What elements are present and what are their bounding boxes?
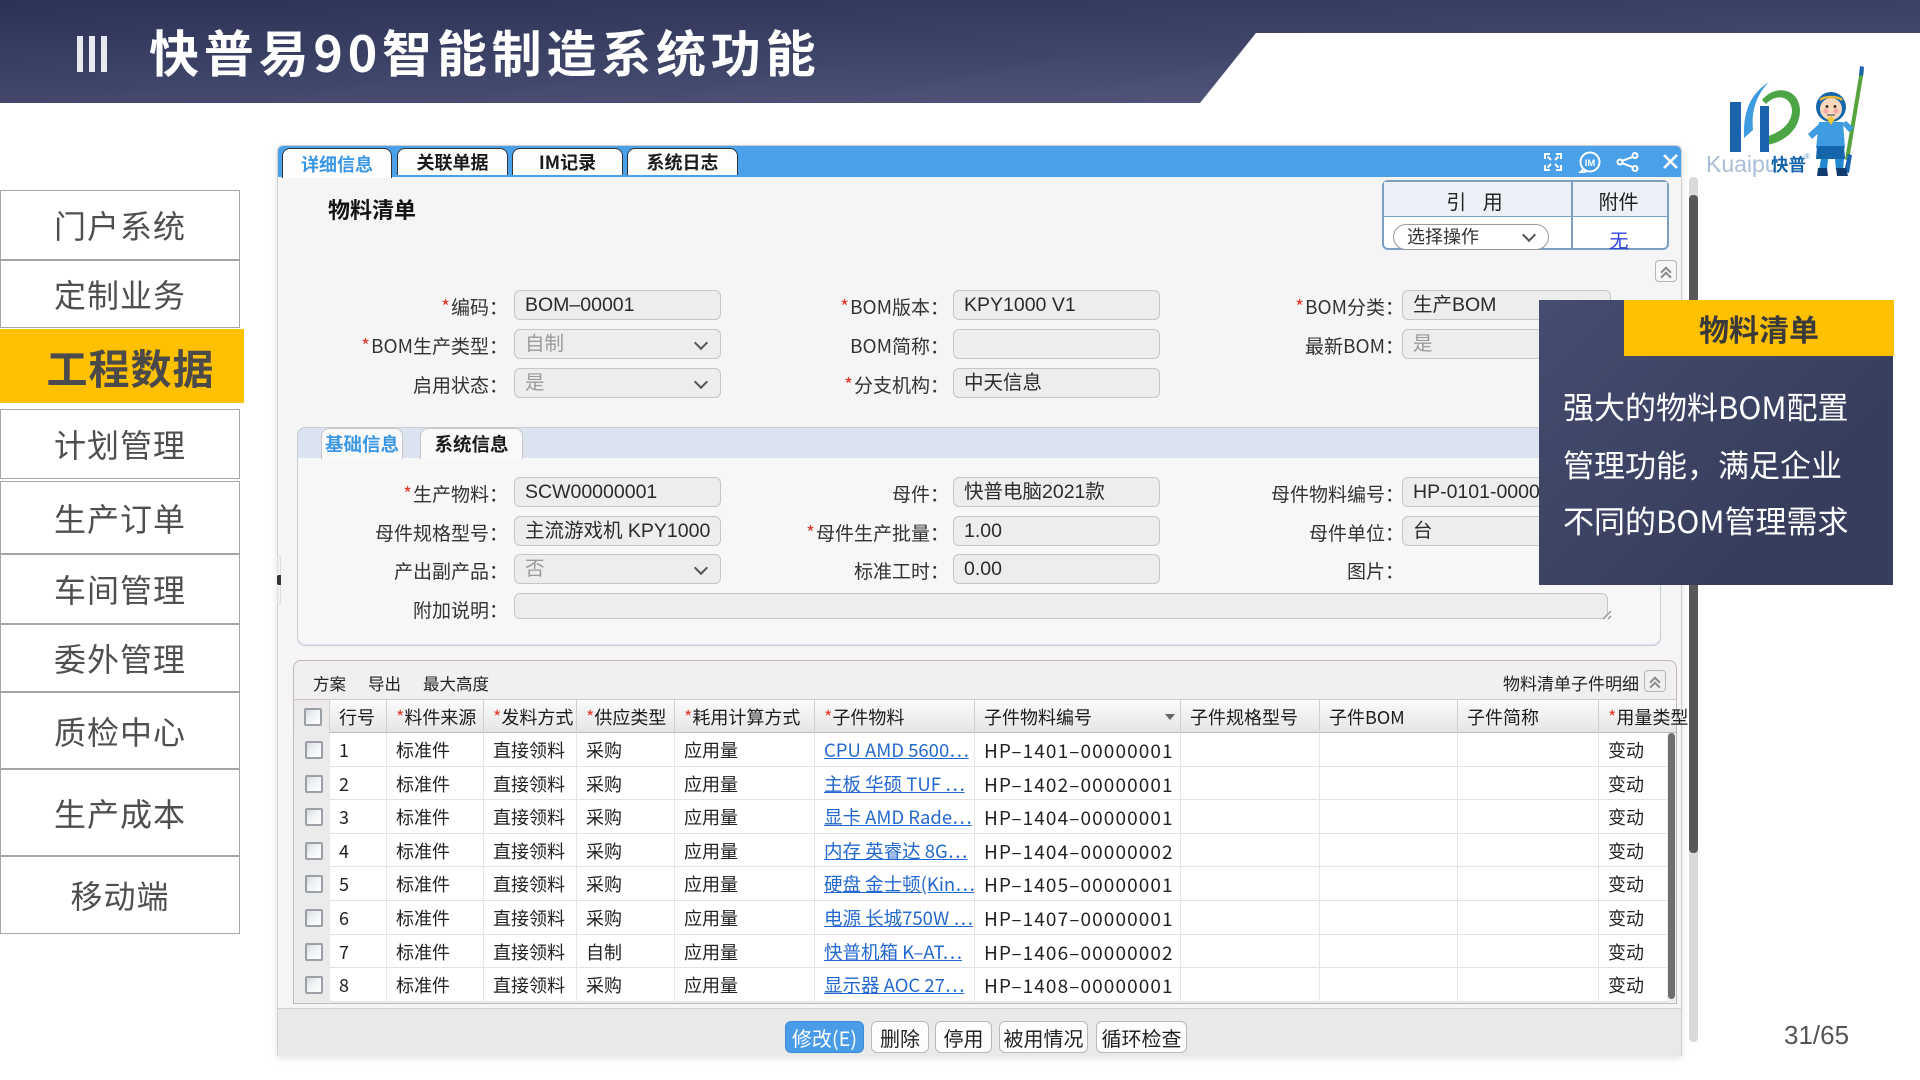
svg-text:IM: IM [1585,158,1596,169]
svg-text:Kuaipu: Kuaipu [1706,151,1778,177]
svg-text:®: ® [1804,152,1810,161]
svg-text:快普: 快普 [1771,152,1806,177]
